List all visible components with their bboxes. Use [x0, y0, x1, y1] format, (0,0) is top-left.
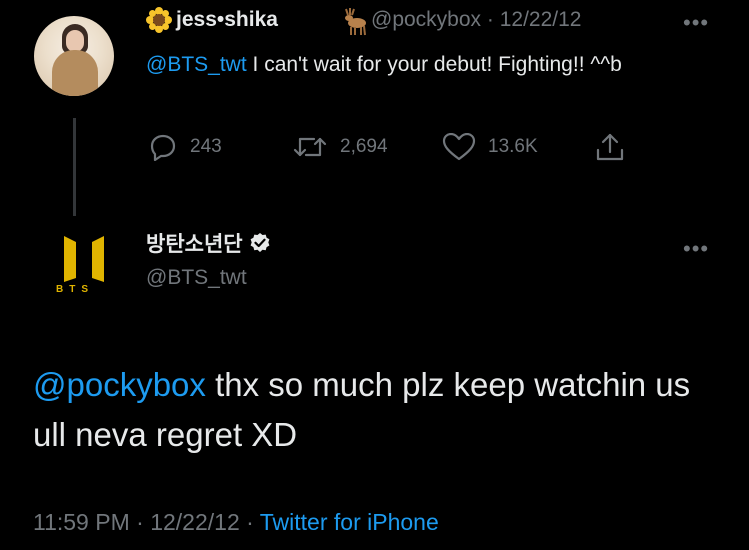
reply-button[interactable]: 243 [148, 133, 222, 161]
reply-icon [150, 134, 176, 161]
more-options-icon[interactable]: ••• [683, 10, 709, 36]
tweet-footer: 11:59 PM · 12/22/12 · Twitter for iPhone [33, 509, 439, 536]
retweet-button[interactable]: 2,694 [292, 133, 388, 161]
reply-author-name[interactable]: jess•shika [176, 8, 278, 32]
like-button[interactable]: 13.6K [442, 133, 538, 161]
reply-count: 243 [190, 136, 222, 157]
avatar[interactable] [34, 16, 114, 96]
heart-icon [442, 133, 476, 161]
like-count: 13.6K [488, 136, 538, 157]
tweet-source-link[interactable]: Twitter for iPhone [260, 509, 439, 535]
more-options-icon[interactable]: ••• [683, 236, 709, 262]
reply-body: I can't wait for your debut! Fighting!! … [246, 53, 622, 76]
reply-handle[interactable]: @pockybox [371, 8, 481, 31]
tweet-text: @pockybox thx so much plz keep watchin u… [33, 360, 723, 460]
reply-text: @BTS_twt I can't wait for your debut! Fi… [146, 49, 706, 80]
mention-link[interactable]: @pockybox [33, 366, 206, 403]
author-handle[interactable]: @BTS_twt [146, 266, 247, 290]
separator: · [486, 8, 494, 31]
reply-date[interactable]: 12/22/12 [500, 8, 582, 31]
retweet-count: 2,694 [340, 136, 388, 157]
retweet-icon [293, 137, 327, 157]
deer-icon [338, 6, 370, 41]
mention-link[interactable]: @BTS_twt [146, 53, 247, 76]
tweet-date[interactable]: 12/22/12 [150, 509, 240, 535]
author-name[interactable]: 방탄소년단 [146, 228, 243, 258]
bts-logo[interactable] [54, 234, 114, 306]
avatar-face [66, 30, 84, 52]
bts-logo-text: BTS [56, 284, 94, 295]
sunflower-icon [146, 7, 172, 39]
tweet-time[interactable]: 11:59 PM [33, 509, 130, 535]
verified-badge-icon [250, 233, 270, 252]
avatar-body [52, 50, 98, 96]
thread-line [73, 118, 76, 216]
separator: · [246, 509, 254, 535]
author-name-row: 방탄소년단 [146, 228, 271, 258]
separator: · [136, 509, 144, 535]
share-icon[interactable] [594, 132, 626, 167]
reply-meta: @pockybox · 12/22/12 [371, 8, 581, 32]
